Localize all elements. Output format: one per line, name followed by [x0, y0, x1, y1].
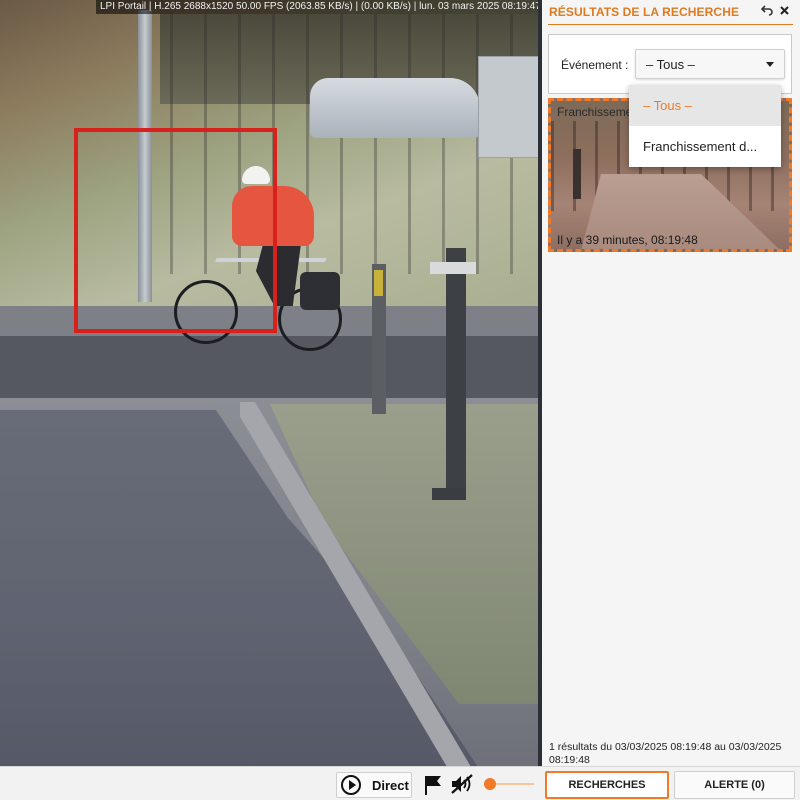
alert-button[interactable]: ALERTE (0)	[674, 771, 795, 799]
searches-button[interactable]: RECHERCHES	[545, 771, 669, 799]
video-osd-info: LPI Portail | H.265 2688x1520 50.00 FPS …	[96, 0, 538, 14]
detection-box	[74, 128, 277, 333]
close-icon[interactable]	[779, 4, 790, 19]
result-thumbnail-post	[573, 149, 581, 199]
panel-title: RÉSULTATS DE LA RECHERCHE	[549, 5, 740, 19]
video-scene-bollard-tag	[374, 270, 383, 296]
live-button[interactable]: Direct	[336, 772, 412, 798]
video-scene-barrier-post	[446, 248, 466, 493]
dropdown-option-crossing[interactable]: Franchissement d...	[629, 126, 781, 167]
live-button-label: Direct	[372, 778, 409, 793]
video-scene-cabin	[478, 56, 538, 158]
camera-video-view[interactable]: LPI Portail | H.265 2688x1520 50.00 FPS …	[0, 0, 538, 766]
event-filter-label: Événement :	[561, 58, 629, 72]
caret-down-icon	[766, 62, 774, 67]
volume-slider-knob[interactable]	[484, 778, 496, 790]
play-icon	[341, 775, 361, 795]
results-summary: 1 résultats du 03/03/2025 08:19:48 au 03…	[549, 741, 782, 766]
video-scene-car	[310, 78, 480, 138]
dropdown-option-all[interactable]: – Tous –	[629, 85, 781, 126]
event-select[interactable]: – Tous –	[635, 49, 785, 79]
volume-slider[interactable]	[484, 778, 536, 790]
video-scene-barrier-base	[432, 488, 466, 500]
undo-icon[interactable]	[760, 4, 773, 19]
result-time: Il y a 39 minutes, 08:19:48	[557, 233, 698, 247]
event-select-value: – Tous –	[646, 57, 695, 72]
panel-header: RÉSULTATS DE LA RECHERCHE	[542, 0, 800, 26]
bottom-toolbar: Direct RECHERCHES ALERTE (0)	[0, 766, 800, 800]
header-underline	[548, 24, 793, 25]
audio-muted-icon[interactable]	[450, 773, 474, 795]
event-dropdown-menu: – Tous – Franchissement d...	[629, 85, 781, 167]
video-bike-pannier	[300, 272, 340, 310]
video-scene-barrier-sensor	[430, 262, 476, 274]
flag-icon[interactable]	[424, 775, 442, 795]
